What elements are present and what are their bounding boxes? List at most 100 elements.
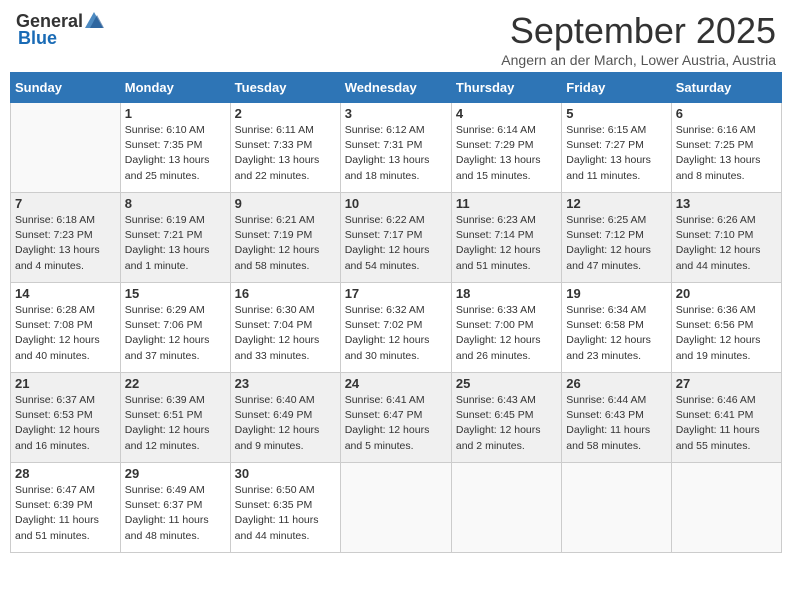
page-header: General Blue September 2025 Angern an de…: [10, 10, 782, 68]
day-number: 9: [235, 196, 336, 211]
day-info: Sunrise: 6:41 AM Sunset: 6:47 PM Dayligh…: [345, 393, 447, 454]
day-number: 12: [566, 196, 666, 211]
day-number: 3: [345, 106, 447, 121]
calendar-cell: [340, 463, 451, 553]
title-section: September 2025 Angern an der March, Lowe…: [501, 10, 776, 68]
day-number: 21: [15, 376, 116, 391]
day-info: Sunrise: 6:29 AM Sunset: 7:06 PM Dayligh…: [125, 303, 226, 364]
calendar-cell: 30 Sunrise: 6:50 AM Sunset: 6:35 PM Dayli…: [230, 463, 340, 553]
day-info: Sunrise: 6:10 AM Sunset: 7:35 PM Dayligh…: [125, 123, 226, 184]
day-number: 16: [235, 286, 336, 301]
calendar-week-row: 21 Sunrise: 6:37 AM Sunset: 6:53 PM Dayli…: [11, 373, 782, 463]
day-header-saturday: Saturday: [671, 73, 781, 103]
calendar-cell: 3 Sunrise: 6:12 AM Sunset: 7:31 PM Daylig…: [340, 103, 451, 193]
day-info: Sunrise: 6:18 AM Sunset: 7:23 PM Dayligh…: [15, 213, 116, 274]
calendar-cell: 27Sunrise: 6:46 AM Sunset: 6:41 PM Dayli…: [671, 373, 781, 463]
day-number: 24: [345, 376, 447, 391]
calendar-cell: 29Sunrise: 6:49 AM Sunset: 6:37 PM Dayli…: [120, 463, 230, 553]
day-info: Sunrise: 6:36 AM Sunset: 6:56 PM Dayligh…: [676, 303, 777, 364]
calendar-cell: 2 Sunrise: 6:11 AM Sunset: 7:33 PM Daylig…: [230, 103, 340, 193]
day-info: Sunrise: 6:25 AM Sunset: 7:12 PM Dayligh…: [566, 213, 666, 274]
day-number: 18: [456, 286, 557, 301]
day-header-wednesday: Wednesday: [340, 73, 451, 103]
calendar-week-row: 7 Sunrise: 6:18 AM Sunset: 7:23 PM Daylig…: [11, 193, 782, 283]
day-number: 8: [125, 196, 226, 211]
day-number: 13: [676, 196, 777, 211]
day-info: Sunrise: 6:44 AM Sunset: 6:43 PM Dayligh…: [566, 393, 666, 454]
day-info: Sunrise: 6:33 AM Sunset: 7:00 PM Dayligh…: [456, 303, 557, 364]
calendar-cell: 5 Sunrise: 6:15 AM Sunset: 7:27 PM Daylig…: [562, 103, 671, 193]
day-info: Sunrise: 6:40 AM Sunset: 6:49 PM Dayligh…: [235, 393, 336, 454]
day-number: 17: [345, 286, 447, 301]
day-info: Sunrise: 6:39 AM Sunset: 6:51 PM Dayligh…: [125, 393, 226, 454]
day-number: 29: [125, 466, 226, 481]
day-number: 14: [15, 286, 116, 301]
day-info: Sunrise: 6:30 AM Sunset: 7:04 PM Dayligh…: [235, 303, 336, 364]
logo-icon: [83, 10, 105, 32]
day-number: 22: [125, 376, 226, 391]
day-info: Sunrise: 6:50 AM Sunset: 6:35 PM Dayligh…: [235, 483, 336, 544]
calendar-cell: 22 Sunrise: 6:39 AM Sunset: 6:51 PM Dayli…: [120, 373, 230, 463]
day-info: Sunrise: 6:12 AM Sunset: 7:31 PM Dayligh…: [345, 123, 447, 184]
day-number: 30: [235, 466, 336, 481]
day-info: Sunrise: 6:22 AM Sunset: 7:17 PM Dayligh…: [345, 213, 447, 274]
day-info: Sunrise: 6:28 AM Sunset: 7:08 PM Dayligh…: [15, 303, 116, 364]
calendar-cell: 17Sunrise: 6:32 AM Sunset: 7:02 PM Dayli…: [340, 283, 451, 373]
day-number: 10: [345, 196, 447, 211]
calendar-cell: 4 Sunrise: 6:14 AM Sunset: 7:29 PM Daylig…: [451, 103, 561, 193]
day-header-thursday: Thursday: [451, 73, 561, 103]
day-header-friday: Friday: [562, 73, 671, 103]
day-info: Sunrise: 6:21 AM Sunset: 7:19 PM Dayligh…: [235, 213, 336, 274]
calendar-header-row: SundayMondayTuesdayWednesdayThursdayFrid…: [11, 73, 782, 103]
day-number: 1: [125, 106, 226, 121]
calendar-cell: 24 Sunrise: 6:41 AM Sunset: 6:47 PM Dayli…: [340, 373, 451, 463]
day-header-sunday: Sunday: [11, 73, 121, 103]
day-info: Sunrise: 6:26 AM Sunset: 7:10 PM Dayligh…: [676, 213, 777, 274]
calendar-week-row: 28Sunrise: 6:47 AM Sunset: 6:39 PM Dayli…: [11, 463, 782, 553]
day-number: 11: [456, 196, 557, 211]
calendar-cell: 19 Sunrise: 6:34 AM Sunset: 6:58 PM Dayli…: [562, 283, 671, 373]
calendar-cell: 10 Sunrise: 6:22 AM Sunset: 7:17 PM Dayli…: [340, 193, 451, 283]
day-number: 7: [15, 196, 116, 211]
day-number: 27: [676, 376, 777, 391]
day-number: 25: [456, 376, 557, 391]
calendar-cell: 8Sunrise: 6:19 AM Sunset: 7:21 PM Daylig…: [120, 193, 230, 283]
calendar-cell: 18 Sunrise: 6:33 AM Sunset: 7:00 PM Dayli…: [451, 283, 561, 373]
calendar-cell: [671, 463, 781, 553]
calendar-cell: 11 Sunrise: 6:23 AM Sunset: 7:14 PM Dayli…: [451, 193, 561, 283]
day-number: 6: [676, 106, 777, 121]
day-info: Sunrise: 6:23 AM Sunset: 7:14 PM Dayligh…: [456, 213, 557, 274]
calendar-cell: 21 Sunrise: 6:37 AM Sunset: 6:53 PM Dayli…: [11, 373, 121, 463]
calendar-cell: 23 Sunrise: 6:40 AM Sunset: 6:49 PM Dayli…: [230, 373, 340, 463]
calendar-cell: [562, 463, 671, 553]
day-number: 19: [566, 286, 666, 301]
day-info: Sunrise: 6:14 AM Sunset: 7:29 PM Dayligh…: [456, 123, 557, 184]
calendar-cell: 15 Sunrise: 6:29 AM Sunset: 7:06 PM Dayli…: [120, 283, 230, 373]
month-title: September 2025: [501, 10, 776, 52]
day-header-monday: Monday: [120, 73, 230, 103]
day-info: Sunrise: 6:37 AM Sunset: 6:53 PM Dayligh…: [15, 393, 116, 454]
calendar-week-row: 14 Sunrise: 6:28 AM Sunset: 7:08 PM Dayli…: [11, 283, 782, 373]
calendar-cell: 12 Sunrise: 6:25 AM Sunset: 7:12 PM Dayli…: [562, 193, 671, 283]
day-number: 5: [566, 106, 666, 121]
calendar-cell: 20Sunrise: 6:36 AM Sunset: 6:56 PM Dayli…: [671, 283, 781, 373]
day-number: 26: [566, 376, 666, 391]
day-info: Sunrise: 6:15 AM Sunset: 7:27 PM Dayligh…: [566, 123, 666, 184]
calendar-cell: 1 Sunrise: 6:10 AM Sunset: 7:35 PM Daylig…: [120, 103, 230, 193]
day-info: Sunrise: 6:34 AM Sunset: 6:58 PM Dayligh…: [566, 303, 666, 364]
subtitle: Angern an der March, Lower Austria, Aust…: [501, 52, 776, 68]
calendar-cell: 28Sunrise: 6:47 AM Sunset: 6:39 PM Dayli…: [11, 463, 121, 553]
day-number: 28: [15, 466, 116, 481]
day-number: 4: [456, 106, 557, 121]
day-number: 23: [235, 376, 336, 391]
day-info: Sunrise: 6:16 AM Sunset: 7:25 PM Dayligh…: [676, 123, 777, 184]
day-number: 15: [125, 286, 226, 301]
day-info: Sunrise: 6:11 AM Sunset: 7:33 PM Dayligh…: [235, 123, 336, 184]
logo: General Blue: [16, 10, 105, 49]
calendar-cell: [451, 463, 561, 553]
calendar-cell: 14 Sunrise: 6:28 AM Sunset: 7:08 PM Dayli…: [11, 283, 121, 373]
logo-blue: Blue: [18, 28, 57, 49]
calendar-table: SundayMondayTuesdayWednesdayThursdayFrid…: [10, 72, 782, 553]
calendar-cell: 26 Sunrise: 6:44 AM Sunset: 6:43 PM Dayli…: [562, 373, 671, 463]
day-number: 2: [235, 106, 336, 121]
